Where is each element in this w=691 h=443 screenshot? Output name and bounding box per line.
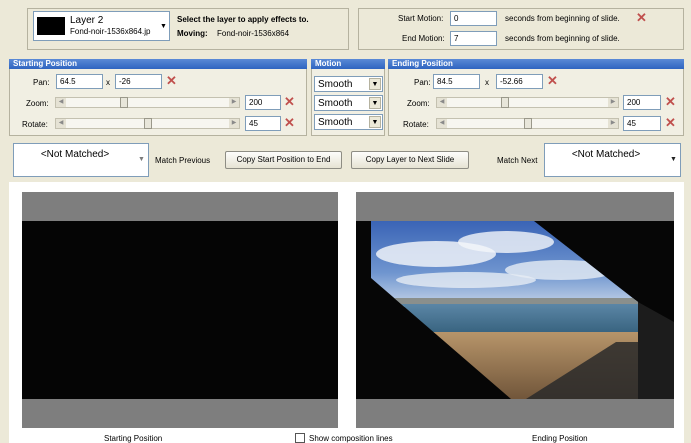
end-motion-label: End Motion: bbox=[402, 34, 445, 43]
composition-lines-checkbox[interactable] bbox=[295, 433, 305, 443]
copy-layer-next-slide-button[interactable]: Copy Layer to Next Slide bbox=[351, 151, 469, 169]
close-x-icon[interactable]: ✕ bbox=[665, 95, 676, 108]
ending-preview bbox=[356, 192, 674, 428]
start-rotate-slider[interactable]: ◀ ▶ bbox=[55, 118, 240, 129]
end-pan-y-input[interactable]: -52.66 bbox=[496, 74, 543, 89]
pan-curve-select[interactable]: Smooth ▼ bbox=[314, 76, 383, 92]
match-next-value: <Not Matched> bbox=[571, 149, 641, 160]
motion-header: Motion bbox=[311, 59, 385, 69]
start-motion-label: Start Motion: bbox=[398, 14, 444, 23]
chevron-right-icon[interactable]: ▶ bbox=[229, 98, 239, 107]
close-x-icon[interactable]: ✕ bbox=[166, 74, 177, 87]
layer-instruction: Select the layer to apply effects to. bbox=[177, 15, 309, 24]
rotate-curve-value: Smooth bbox=[318, 117, 353, 128]
match-previous-button[interactable]: Match Previous bbox=[155, 156, 210, 166]
start-zoom-label: Zoom: bbox=[26, 99, 49, 108]
start-zoom-thumb[interactable] bbox=[120, 97, 129, 108]
end-zoom-thumb[interactable] bbox=[500, 97, 509, 108]
match-previous-value: <Not Matched> bbox=[40, 149, 110, 160]
chevron-left-icon[interactable]: ◀ bbox=[56, 119, 66, 128]
chevron-down-icon[interactable]: ▼ bbox=[369, 97, 381, 109]
chevron-down-icon[interactable]: ▼ bbox=[138, 156, 145, 163]
start-rotate-label: Rotate: bbox=[22, 120, 48, 129]
start-rotate-input[interactable]: 45 bbox=[245, 116, 281, 131]
start-zoom-slider[interactable]: ◀ ▶ bbox=[55, 97, 240, 108]
close-x-icon[interactable]: ✕ bbox=[665, 116, 676, 129]
start-rotate-thumb[interactable] bbox=[143, 118, 152, 129]
match-next-button[interactable]: Match Next bbox=[497, 156, 537, 166]
chevron-down-icon[interactable]: ▼ bbox=[670, 156, 677, 163]
end-zoom-slider[interactable]: ◀ ▶ bbox=[436, 97, 619, 108]
starting-preview-frame bbox=[22, 221, 338, 399]
chevron-left-icon[interactable]: ◀ bbox=[437, 98, 447, 107]
ending-preview-image bbox=[356, 221, 674, 399]
chevron-down-icon[interactable]: ▼ bbox=[369, 78, 381, 90]
start-pan-x-input[interactable]: 64.5 bbox=[56, 74, 103, 89]
start-pan-sep: x bbox=[106, 78, 110, 87]
starting-position-header: Starting Position bbox=[9, 59, 307, 69]
zoom-curve-value: Smooth bbox=[318, 98, 353, 109]
end-zoom-label: Zoom: bbox=[407, 99, 430, 108]
start-zoom-input[interactable]: 200 bbox=[245, 95, 281, 110]
start-motion-input[interactable]: 0 bbox=[450, 11, 497, 26]
end-rotate-label: Rotate: bbox=[403, 120, 429, 129]
start-pan-y-input[interactable]: -26 bbox=[115, 74, 162, 89]
close-x-icon[interactable]: ✕ bbox=[636, 11, 647, 24]
layer-file: Fond-noir-1536x864.jp bbox=[70, 27, 151, 36]
layer-select[interactable]: Layer 2 Fond-noir-1536x864.jp ▼ bbox=[33, 11, 170, 41]
starting-preview-caption: Starting Position bbox=[104, 434, 163, 443]
composition-lines-label: Show composition lines bbox=[309, 434, 393, 443]
close-x-icon[interactable]: ✕ bbox=[284, 95, 295, 108]
chevron-right-icon[interactable]: ▶ bbox=[229, 119, 239, 128]
chevron-right-icon[interactable]: ▶ bbox=[608, 98, 618, 107]
copy-start-to-end-button[interactable]: Copy Start Position to End bbox=[225, 151, 342, 169]
close-x-icon[interactable]: ✕ bbox=[284, 116, 295, 129]
end-motion-input[interactable]: 7 bbox=[450, 31, 497, 46]
chevron-down-icon[interactable]: ▼ bbox=[369, 116, 381, 128]
match-previous-select[interactable]: <Not Matched> ▼ bbox=[13, 143, 149, 177]
end-pan-label: Pan: bbox=[414, 78, 431, 87]
end-zoom-input[interactable]: 200 bbox=[623, 95, 661, 110]
match-next-select[interactable]: <Not Matched> ▼ bbox=[544, 143, 681, 177]
starting-preview bbox=[22, 192, 338, 428]
seconds-text-end: seconds from beginning of slide. bbox=[505, 34, 620, 43]
chevron-down-icon[interactable]: ▼ bbox=[160, 23, 167, 30]
moving-label: Moving: bbox=[177, 29, 208, 38]
end-pan-sep: x bbox=[485, 78, 489, 87]
ending-position-header: Ending Position bbox=[388, 59, 684, 69]
rotate-curve-select[interactable]: Smooth ▼ bbox=[314, 114, 383, 130]
start-pan-label: Pan: bbox=[33, 78, 50, 87]
chevron-right-icon[interactable]: ▶ bbox=[608, 119, 618, 128]
end-rotate-thumb[interactable] bbox=[523, 118, 532, 129]
chevron-left-icon[interactable]: ◀ bbox=[56, 98, 66, 107]
layer-name: Layer 2 bbox=[70, 15, 104, 26]
end-pan-x-input[interactable]: 84.5 bbox=[433, 74, 480, 89]
end-rotate-slider[interactable]: ◀ ▶ bbox=[436, 118, 619, 129]
zoom-curve-select[interactable]: Smooth ▼ bbox=[314, 95, 383, 111]
ending-preview-caption: Ending Position bbox=[532, 434, 588, 443]
seconds-text-start: seconds from beginning of slide. bbox=[505, 14, 620, 23]
chevron-left-icon[interactable]: ◀ bbox=[437, 119, 447, 128]
end-rotate-input[interactable]: 45 bbox=[623, 116, 661, 131]
moving-value: Fond-noir-1536x864 bbox=[217, 29, 290, 38]
layer-swatch bbox=[37, 17, 65, 35]
pan-curve-value: Smooth bbox=[318, 79, 353, 90]
close-x-icon[interactable]: ✕ bbox=[547, 74, 558, 87]
